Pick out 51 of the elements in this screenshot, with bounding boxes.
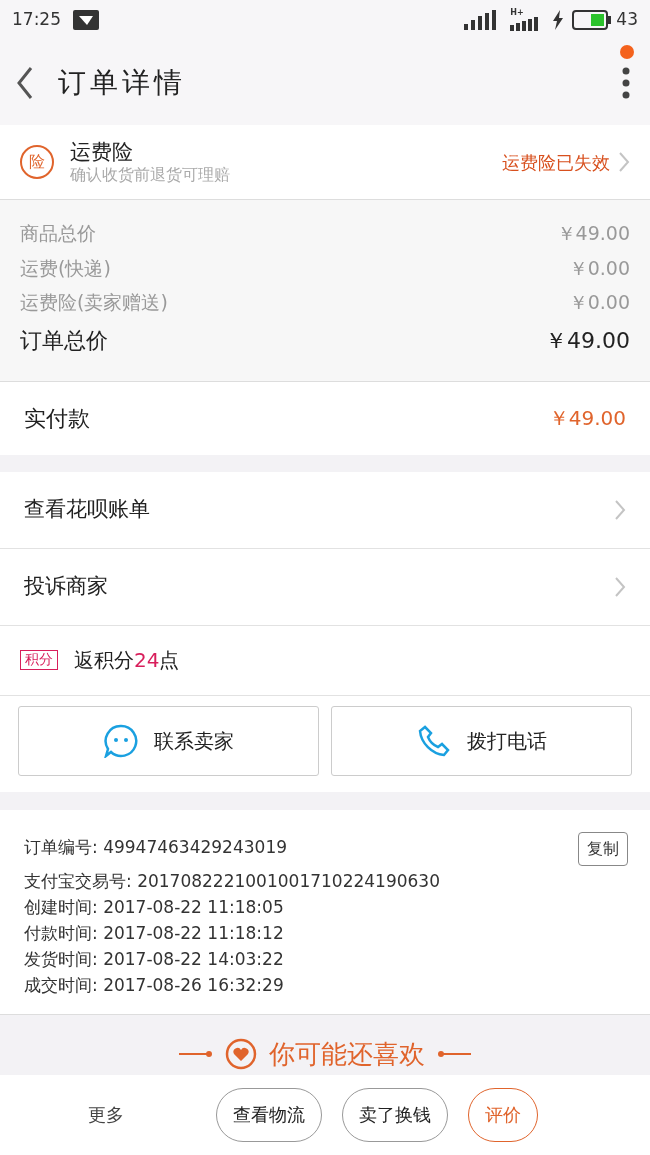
action-button[interactable]: 评价 bbox=[468, 1087, 538, 1142]
page-title: 订单详情 bbox=[58, 64, 186, 101]
order-info-line: 创建时间: 2017-08-22 11:18:05 bbox=[24, 895, 284, 919]
chevron-right-icon bbox=[618, 151, 630, 173]
menu-row[interactable]: 投诉商家 bbox=[0, 548, 650, 626]
picture-notification-icon bbox=[73, 10, 99, 30]
chat-face-icon bbox=[103, 723, 138, 758]
price-value: ￥0.00 bbox=[568, 255, 630, 281]
chevron-right-icon bbox=[614, 575, 626, 598]
recommend-title: 你可能还喜欢 bbox=[269, 1037, 425, 1071]
price-label: 运费险(卖家赠送) bbox=[20, 290, 168, 315]
action-button[interactable]: 查看物流 bbox=[216, 1087, 322, 1142]
points-text: 返积分24点 bbox=[74, 647, 180, 674]
signal-icon bbox=[510, 17, 541, 31]
paid-label: 实付款 bbox=[24, 404, 90, 433]
charging-icon bbox=[552, 10, 565, 30]
order-info-line: 发货时间: 2017-08-22 14:03:22 bbox=[24, 947, 284, 971]
insurance-title: 运费险 bbox=[70, 138, 134, 166]
copy-button[interactable]: 复制 bbox=[578, 831, 628, 866]
order-info-line: 订单编号: 49947463429243019 bbox=[24, 835, 287, 859]
battery-percent: 43 bbox=[616, 8, 638, 32]
order-info-line: 支付宝交易号: 2017082221001001710224190630 bbox=[24, 869, 440, 893]
menu-row[interactable]: 查看花呗账单 bbox=[0, 471, 650, 549]
line-dot-icon bbox=[179, 1049, 213, 1058]
price-value: ￥0.00 bbox=[568, 290, 630, 315]
price-value: ￥49.00 bbox=[545, 326, 630, 355]
contact-button[interactable]: 联系卖家 bbox=[18, 705, 319, 776]
dot-line-icon bbox=[437, 1049, 471, 1058]
contact-button[interactable]: 拨打电话 bbox=[331, 705, 632, 776]
insurance-badge: 险 bbox=[20, 145, 54, 179]
points-badge: 积分 bbox=[20, 650, 58, 670]
insurance-status: 运费险已失效 bbox=[502, 150, 610, 175]
signal-icon bbox=[464, 10, 499, 30]
price-label: 商品总价 bbox=[20, 221, 96, 246]
order-info-line: 成交时间: 2017-08-26 16:32:29 bbox=[24, 973, 284, 997]
phone-icon bbox=[416, 723, 451, 758]
more-vertical-icon bbox=[622, 66, 630, 99]
price-value: ￥49.00 bbox=[556, 221, 630, 246]
price-label: 订单总价 bbox=[20, 326, 108, 355]
battery-icon bbox=[572, 10, 613, 30]
order-info-line: 付款时间: 2017-08-22 11:18:12 bbox=[24, 921, 284, 945]
chevron-right-icon bbox=[614, 498, 626, 521]
more-button[interactable]: 更多 bbox=[16, 1101, 196, 1129]
network-type: H+ bbox=[510, 9, 524, 17]
insurance-subtitle: 确认收货前退货可理赔 bbox=[70, 165, 230, 186]
price-label: 运费(快递) bbox=[20, 255, 111, 281]
clock-time: 17:25 bbox=[12, 8, 61, 32]
action-button[interactable]: 卖了换钱 bbox=[342, 1087, 448, 1142]
paid-amount: ￥49.00 bbox=[548, 405, 626, 432]
insurance-row[interactable]: 险 运费险 确认收货前退货可理赔 运费险已失效 bbox=[0, 125, 650, 200]
back-icon bbox=[16, 65, 34, 100]
